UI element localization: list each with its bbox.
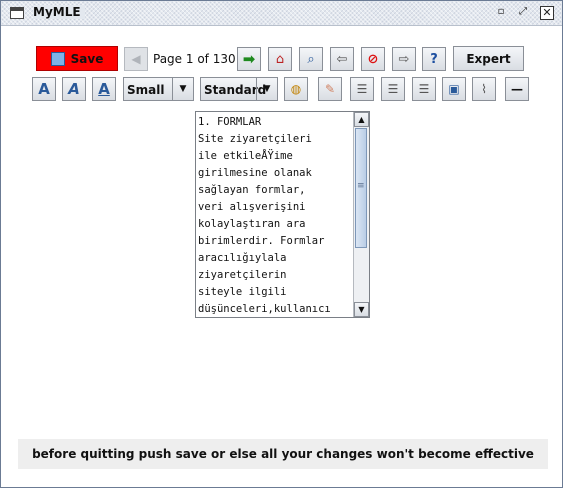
- eraser-icon: ✎: [324, 82, 336, 96]
- align-right-button[interactable]: ☰: [412, 77, 436, 101]
- chevron-down-icon[interactable]: ▼: [172, 78, 193, 100]
- arrow-left-icon: ◀: [131, 52, 141, 66]
- align-left-icon: ☰: [356, 82, 368, 96]
- vertical-scrollbar[interactable]: ▲ ▼: [353, 112, 369, 317]
- import-button[interactable]: ⇦: [330, 47, 354, 71]
- export-button[interactable]: ⇨: [392, 47, 416, 71]
- horizontal-rule-button[interactable]: —: [505, 77, 529, 101]
- font-italic-button[interactable]: A: [62, 77, 86, 101]
- scroll-thumb[interactable]: [355, 128, 367, 248]
- font-a-icon: A: [38, 80, 50, 98]
- scroll-down-icon[interactable]: ▼: [354, 302, 369, 317]
- title-bar[interactable]: MyMLE ▫ ⤢ ✕: [1, 1, 562, 26]
- palette-icon: ◍: [290, 82, 302, 96]
- home-icon: ⌂: [275, 51, 285, 67]
- font-style-select[interactable]: Standard ▼: [200, 77, 278, 101]
- stop-button[interactable]: ⊘: [361, 47, 385, 71]
- insert-image-button[interactable]: ▣: [442, 77, 466, 101]
- chevron-down-icon[interactable]: ▼: [256, 78, 277, 100]
- image-icon: ▣: [448, 82, 460, 96]
- export-icon: ⇨: [398, 51, 410, 67]
- arrow-right-icon: ➡: [242, 50, 256, 68]
- scroll-up-icon[interactable]: ▲: [354, 112, 369, 127]
- next-page-button[interactable]: ➡: [237, 47, 261, 71]
- align-center-icon: ☰: [387, 82, 399, 96]
- editor-text[interactable]: 1. FORMLAR Site ziyaretçileri ile etkile…: [198, 114, 355, 315]
- text-editor[interactable]: 1. FORMLAR Site ziyaretçileri ile etkile…: [195, 111, 370, 318]
- align-center-button[interactable]: ☰: [381, 77, 405, 101]
- expert-button[interactable]: Expert: [453, 46, 524, 71]
- font-a-underline-icon: A: [98, 80, 110, 98]
- save-button[interactable]: Save: [36, 46, 118, 71]
- horizontal-rule-icon: —: [511, 82, 523, 96]
- app-window: MyMLE ▫ ⤢ ✕ Save ◀ Page 1 of 130 ➡ ⌂ ⌕ ⇦…: [0, 0, 563, 488]
- status-message: before quitting push save or else all yo…: [18, 439, 548, 469]
- paperclip-icon: ⌇: [481, 82, 487, 96]
- close-icon[interactable]: ✕: [540, 6, 554, 20]
- help-icon: ?: [430, 51, 438, 67]
- minimize-icon[interactable]: ▫: [494, 6, 508, 20]
- help-button[interactable]: ?: [422, 47, 446, 71]
- window-icon: [10, 7, 24, 19]
- font-size-select[interactable]: Small ▼: [123, 77, 194, 101]
- font-a-italic-icon: A: [68, 80, 80, 98]
- font-underline-button[interactable]: A: [92, 77, 116, 101]
- align-right-icon: ☰: [418, 82, 430, 96]
- palette-button[interactable]: ◍: [284, 77, 308, 101]
- eraser-button[interactable]: ✎: [318, 77, 342, 101]
- attach-button[interactable]: ⌇: [472, 77, 496, 101]
- maximize-icon[interactable]: ⤢: [516, 6, 530, 20]
- save-label: Save: [70, 51, 104, 66]
- magnifier-icon: ⌕: [307, 51, 315, 67]
- page-indicator: Page 1 of 130: [153, 52, 236, 66]
- save-disk-icon: [50, 51, 65, 66]
- font-bold-button[interactable]: A: [32, 77, 56, 101]
- home-button[interactable]: ⌂: [268, 47, 292, 71]
- import-icon: ⇦: [336, 51, 348, 67]
- window-title: MyMLE: [33, 5, 85, 19]
- search-button[interactable]: ⌕: [299, 47, 323, 71]
- align-left-button[interactable]: ☰: [350, 77, 374, 101]
- prev-page-button[interactable]: ◀: [124, 47, 148, 71]
- stop-icon: ⊘: [367, 51, 379, 67]
- font-size-value: Small: [127, 83, 165, 97]
